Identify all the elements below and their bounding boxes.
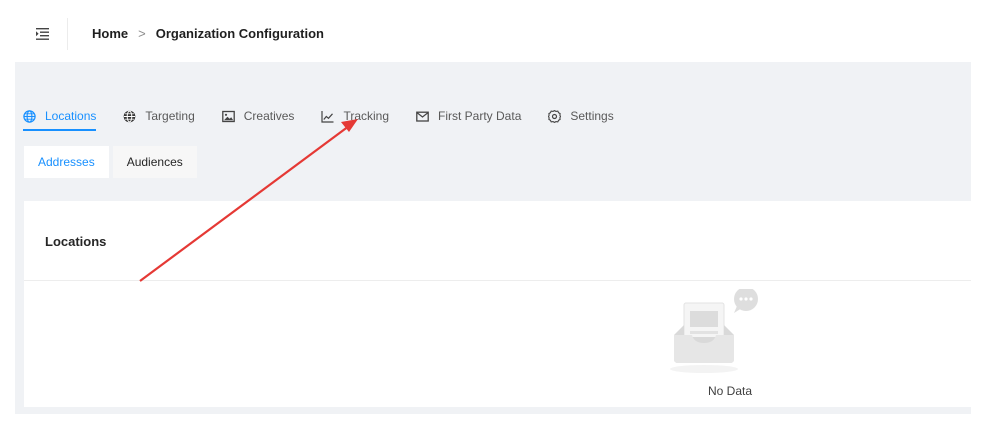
card-divider <box>24 280 971 281</box>
tab-first-party-data[interactable]: First Party Data <box>416 102 521 130</box>
main-content: Locations Targeting Creatives Tracking F… <box>15 62 971 414</box>
tab-label: Tracking <box>343 109 390 123</box>
tab-creatives[interactable]: Creatives <box>221 102 295 130</box>
globe-icon <box>23 109 36 123</box>
tab-locations[interactable]: Locations <box>23 102 97 131</box>
globe-icon <box>123 110 136 123</box>
breadcrumb: Home > Organization Configuration <box>92 26 324 41</box>
tab-settings[interactable]: Settings <box>548 102 614 130</box>
menu-fold-icon <box>36 28 49 40</box>
menu-toggle-button[interactable] <box>28 22 58 46</box>
mail-icon <box>416 110 429 123</box>
config-tabs: Locations Targeting Creatives Tracking F… <box>23 102 641 132</box>
app-root: Home > Organization Configuration Locati… <box>0 0 986 421</box>
tab-targeting[interactable]: Targeting <box>123 102 195 130</box>
tab-label: Creatives <box>243 109 295 123</box>
image-icon <box>221 110 235 123</box>
tab-label: Settings <box>570 109 614 123</box>
top-header: Home > Organization Configuration <box>0 0 986 62</box>
tab-label: Locations <box>45 109 97 123</box>
line-chart-icon <box>321 110 334 123</box>
gear-icon <box>548 109 562 123</box>
locations-card: Locations No Data <box>24 201 971 407</box>
breadcrumb-separator: > <box>138 26 146 41</box>
breadcrumb-current: Organization Configuration <box>155 26 324 41</box>
tab-label: First Party Data <box>438 109 522 123</box>
empty-state: No Data <box>666 287 766 405</box>
card-title: Locations <box>45 234 107 249</box>
header-divider <box>67 18 68 50</box>
empty-state-text: No Data <box>707 384 753 398</box>
tab-tracking[interactable]: Tracking <box>321 102 389 130</box>
subtab-audiences[interactable]: Audiences <box>112 146 197 178</box>
tab-label: Targeting <box>145 109 195 123</box>
empty-inbox-icon <box>670 287 758 373</box>
location-subtabs: Addresses Audiences <box>24 146 201 178</box>
breadcrumb-home[interactable]: Home <box>92 26 128 41</box>
subtab-addresses[interactable]: Addresses <box>24 146 109 178</box>
